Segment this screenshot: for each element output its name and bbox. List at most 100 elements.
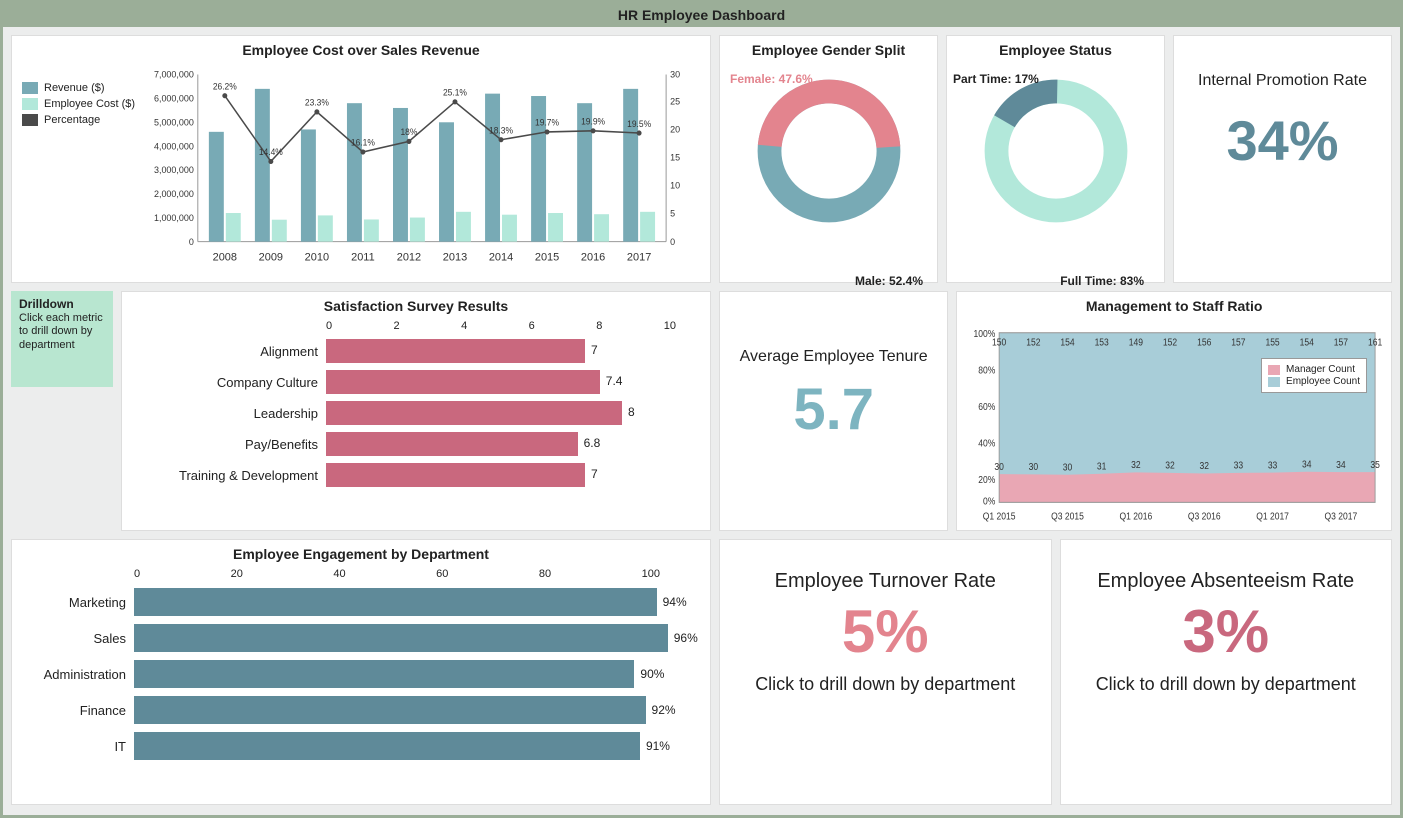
svg-text:32: 32: [1166, 460, 1175, 471]
satisfaction-label: Alignment: [136, 344, 326, 359]
legend-revenue: Revenue ($): [44, 82, 105, 94]
drilldown-text: Click each metric to drill down by depar…: [19, 312, 103, 350]
chart-title: Satisfaction Survey Results: [122, 292, 710, 316]
svg-text:7,000,000: 7,000,000: [154, 69, 194, 79]
chart-title: Employee Status: [947, 36, 1164, 60]
satisfaction-row[interactable]: Pay/Benefits6.8: [136, 432, 696, 456]
svg-text:Q3 2017: Q3 2017: [1325, 511, 1358, 522]
kpi-absenteeism[interactable]: Employee Absenteeism Rate 3% Click to dr…: [1060, 539, 1393, 805]
satisfaction-label: Leadership: [136, 406, 326, 421]
legend-employee: Employee Count: [1286, 376, 1360, 387]
satisfaction-row[interactable]: Company Culture7.4: [136, 370, 696, 394]
svg-text:Q1 2017: Q1 2017: [1256, 511, 1289, 522]
svg-text:2008: 2008: [213, 251, 237, 263]
svg-text:2009: 2009: [259, 251, 283, 263]
chart-cost-over-revenue[interactable]: Employee Cost over Sales Revenue Revenue…: [11, 35, 711, 283]
chart-employee-status[interactable]: Employee Status Part Time: 17% Full Time…: [946, 35, 1165, 283]
engagement-axis: 020406080100: [134, 568, 660, 580]
svg-text:26.2%: 26.2%: [213, 81, 237, 91]
svg-text:19.5%: 19.5%: [627, 119, 651, 129]
engagement-label: Finance: [22, 703, 134, 718]
cost-chart-svg: 0 1,000,000 2,000,000 3,000,000 4,000,00…: [142, 60, 700, 278]
engagement-label: Sales: [22, 631, 134, 646]
svg-text:2,000,000: 2,000,000: [154, 189, 194, 199]
row3-right: Employee Turnover Rate 5% Click to drill…: [719, 539, 1392, 805]
cost-chart-legend: Revenue ($) Employee Cost ($) Percentage: [22, 60, 142, 278]
svg-text:33: 33: [1234, 460, 1243, 471]
svg-text:152: 152: [1163, 337, 1177, 348]
dashboard-grid: Employee Cost over Sales Revenue Revenue…: [3, 27, 1400, 813]
svg-text:30: 30: [1063, 462, 1072, 473]
svg-text:25: 25: [670, 96, 680, 106]
gender-male-label: Male: 52.4%: [855, 274, 923, 288]
ratio-legend: Manager Count Employee Count: [1261, 358, 1367, 393]
legend-percentage: Percentage: [44, 114, 100, 126]
kpi-promotion-rate[interactable]: Internal Promotion Rate 34%: [1173, 35, 1392, 283]
svg-text:154: 154: [1300, 337, 1314, 348]
svg-text:155: 155: [1266, 337, 1280, 348]
row2-right: Average Employee Tenure 5.7 Management t…: [719, 291, 1392, 531]
svg-text:18%: 18%: [400, 127, 417, 137]
svg-text:2017: 2017: [627, 251, 651, 263]
svg-text:35: 35: [1371, 459, 1380, 470]
chart-title: Employee Engagement by Department: [12, 540, 710, 564]
svg-text:149: 149: [1129, 337, 1143, 348]
kpi-title: Average Employee Tenure: [720, 348, 947, 366]
dashboard-frame: HR Employee Dashboard Employee Cost over…: [0, 0, 1403, 818]
satisfaction-row[interactable]: Training & Development7: [136, 463, 696, 487]
kpi-turnover[interactable]: Employee Turnover Rate 5% Click to drill…: [719, 539, 1052, 805]
svg-text:23.3%: 23.3%: [305, 97, 329, 107]
gender-donut: [744, 66, 914, 236]
gender-female-label: Female: 47.6%: [730, 72, 813, 86]
svg-text:Q1 2015: Q1 2015: [983, 511, 1016, 522]
legend-cost: Employee Cost ($): [44, 98, 135, 110]
chart-engagement[interactable]: Employee Engagement by Department 020406…: [11, 539, 711, 805]
svg-text:5,000,000: 5,000,000: [154, 117, 194, 127]
row2-left-wrap: Drilldown Click each metric to drill dow…: [11, 291, 711, 531]
svg-text:Q3 2015: Q3 2015: [1051, 511, 1084, 522]
svg-text:2016: 2016: [581, 251, 605, 263]
engagement-label: Marketing: [22, 595, 134, 610]
svg-text:154: 154: [1061, 337, 1075, 348]
svg-text:0: 0: [670, 237, 675, 247]
svg-text:80%: 80%: [979, 365, 996, 376]
svg-text:34: 34: [1302, 459, 1311, 470]
chart-management-ratio[interactable]: Management to Staff Ratio Manager Count …: [956, 291, 1392, 531]
satisfaction-row[interactable]: Leadership8: [136, 401, 696, 425]
engagement-row[interactable]: Sales96%: [22, 624, 690, 652]
satisfaction-row[interactable]: Alignment7: [136, 339, 696, 363]
svg-text:161: 161: [1368, 337, 1382, 348]
kpi-sub: Click to drill down by department: [720, 674, 1051, 695]
svg-text:156: 156: [1197, 337, 1211, 348]
row1-right: Employee Gender Split Female: 47.6% Male…: [719, 35, 1392, 283]
ratio-svg: 100% 80% 60% 40% 20% 0% 1501521541531491…: [965, 322, 1383, 526]
svg-text:2014: 2014: [489, 251, 513, 263]
kpi-value: 5%: [720, 597, 1051, 666]
engagement-row[interactable]: Marketing94%: [22, 588, 690, 616]
chart-title: Management to Staff Ratio: [957, 292, 1391, 316]
chart-gender-split[interactable]: Employee Gender Split Female: 47.6% Male…: [719, 35, 938, 283]
svg-text:1,000,000: 1,000,000: [154, 213, 194, 223]
cost-chart-body: Revenue ($) Employee Cost ($) Percentage…: [12, 60, 710, 282]
svg-text:2015: 2015: [535, 251, 559, 263]
svg-text:33: 33: [1268, 460, 1277, 471]
svg-text:0%: 0%: [983, 496, 995, 507]
page-title: HR Employee Dashboard: [3, 3, 1400, 27]
engagement-row[interactable]: Administration90%: [22, 660, 690, 688]
engagement-row[interactable]: Finance92%: [22, 696, 690, 724]
svg-text:152: 152: [1027, 337, 1041, 348]
kpi-title: Internal Promotion Rate: [1174, 72, 1391, 90]
svg-text:15: 15: [670, 153, 680, 163]
svg-text:40%: 40%: [979, 438, 996, 449]
svg-text:30: 30: [995, 461, 1004, 472]
kpi-tenure[interactable]: Average Employee Tenure 5.7: [719, 291, 948, 531]
kpi-title: Employee Turnover Rate: [720, 570, 1051, 593]
svg-text:18.3%: 18.3%: [489, 125, 513, 135]
engagement-row[interactable]: IT91%: [22, 732, 690, 760]
svg-text:4,000,000: 4,000,000: [154, 141, 194, 151]
svg-text:153: 153: [1095, 337, 1109, 348]
chart-satisfaction[interactable]: Satisfaction Survey Results 0246810 Alig…: [121, 291, 711, 531]
svg-text:20%: 20%: [979, 475, 996, 486]
status-part-label: Part Time: 17%: [953, 72, 1039, 86]
svg-text:25.1%: 25.1%: [443, 87, 467, 97]
